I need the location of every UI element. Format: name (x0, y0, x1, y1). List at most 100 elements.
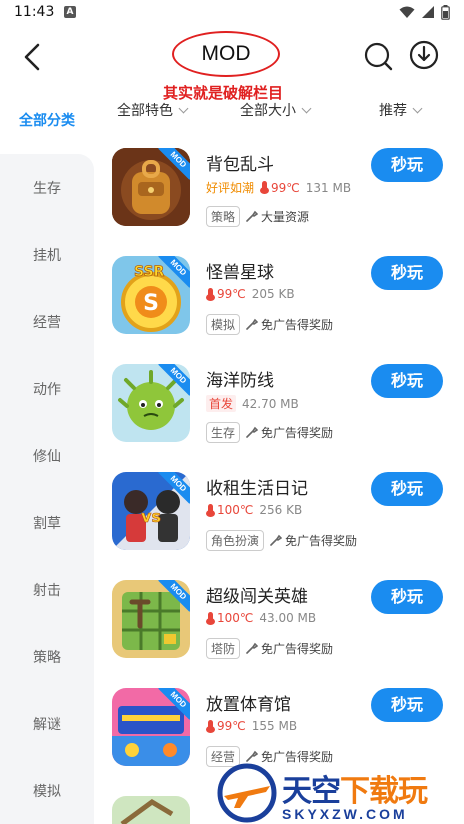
game-icon: vs MOD (112, 472, 190, 550)
watermark-title: 天空下载玩 (282, 766, 428, 810)
search-button[interactable] (362, 40, 394, 72)
play-button[interactable]: 秒玩 (371, 256, 443, 290)
feature-tag: 免广告得奖励 (246, 640, 333, 657)
category-sidebar: 全部分类 生存 挂机 经营 动作 修仙 割草 射击 策略 解谜 模拟 (0, 88, 94, 824)
heat-text: 99℃ (217, 719, 246, 733)
chevron-down-icon (178, 103, 189, 113)
header: MOD (0, 26, 464, 88)
sidebar-item-strategy[interactable]: 策略 (0, 647, 94, 667)
filter-sort[interactable]: 推荐 (379, 100, 423, 120)
game-icon (112, 796, 190, 824)
game-icon: MOD (112, 364, 190, 442)
sidebar-item-management[interactable]: 经营 (0, 312, 94, 332)
feature-text: 免广告得奖励 (261, 318, 334, 332)
back-button[interactable] (18, 40, 48, 74)
thermometer-icon (206, 611, 215, 625)
heat-value: 99℃ (206, 719, 246, 733)
game-icon: MOD (112, 148, 190, 226)
battery-icon (441, 5, 450, 20)
play-button[interactable]: 秒玩 (371, 688, 443, 722)
first-release-badge: 首发 (206, 395, 237, 412)
file-size: 43.00 MB (259, 611, 317, 625)
feature-text: 免广告得奖励 (285, 534, 358, 548)
game-name: 超级闯关英雄 (206, 587, 308, 607)
sidebar-item-all[interactable]: 全部分类 (0, 98, 94, 142)
thermometer-icon (206, 719, 215, 733)
game-name: 放置体育馆 (206, 695, 291, 715)
feature-tag: 大量资源 (246, 208, 309, 225)
sidebar-item-shooting[interactable]: 射击 (0, 580, 94, 600)
filter-size-label: 全部大小 (240, 103, 296, 119)
filter-feature-label: 全部特色 (117, 103, 173, 119)
filter-sort-label: 推荐 (379, 103, 407, 119)
genre-tag: 生存 (206, 422, 241, 443)
watermark-title-a: 天空 (282, 774, 341, 809)
game-icon: MOD (112, 688, 190, 766)
game-item[interactable]: S SSR MOD 怪兽星球 99℃ 205 KB 模拟 免广告得奖励 秒玩 (112, 256, 452, 356)
status-icons (399, 5, 450, 20)
feature-tag: 免广告得奖励 (270, 532, 357, 549)
file-size: 42.70 MB (242, 396, 299, 411)
play-button[interactable]: 秒玩 (371, 472, 443, 506)
status-time: 11:43 (14, 4, 55, 20)
file-size: 155 MB (251, 719, 298, 733)
game-item[interactable]: MOD 超级闯关英雄 100℃ 43.00 MB 塔防 免广告得奖励 秒玩 (112, 580, 452, 680)
game-meta: 首发 42.70 MB (206, 395, 299, 412)
file-size: 205 KB (251, 287, 295, 301)
chevron-down-icon (301, 103, 312, 113)
heat-value: 99℃ (206, 287, 246, 301)
game-meta: 99℃ 205 KB (206, 287, 295, 301)
wifi-icon (399, 6, 415, 18)
heat-value: 99℃ (260, 181, 300, 195)
rating-label: 好评如潮 (206, 181, 255, 195)
wrench-icon (246, 210, 259, 222)
game-item[interactable]: MOD 背包乱斗 好评如潮 99℃ 131 MB 策略 大量资源 秒玩 (112, 148, 452, 248)
title-highlight: MOD (172, 31, 280, 77)
filter-size[interactable]: 全部大小 (240, 100, 312, 120)
sidebar-item-simulation[interactable]: 模拟 (0, 781, 94, 801)
play-button[interactable]: 秒玩 (371, 148, 443, 182)
sidebar-item-idle[interactable]: 挂机 (0, 245, 94, 265)
game-meta: 100℃ 43.00 MB (206, 611, 316, 625)
game-tags: 塔防 免广告得奖励 (206, 638, 333, 659)
plane-logo-icon (217, 763, 277, 823)
game-item[interactable]: MOD 海洋防线 首发 42.70 MB 生存 免广告得奖励 秒玩 (112, 364, 452, 464)
sidebar-item-survival[interactable]: 生存 (0, 178, 94, 198)
page-title: MOD (201, 42, 251, 65)
thermometer-icon (206, 287, 215, 301)
heat-text: 100℃ (217, 611, 254, 625)
play-button[interactable]: 秒玩 (371, 364, 443, 398)
sidebar-item-action[interactable]: 动作 (0, 379, 94, 399)
wrench-icon (270, 534, 283, 546)
download-button[interactable] (408, 39, 440, 71)
wrench-icon (246, 318, 259, 330)
sidebar-item-cultivation[interactable]: 修仙 (0, 446, 94, 466)
game-item[interactable]: vs MOD 收租生活日记 100℃ 256 KB 角色扮演 免广告得奖励 秒玩 (112, 472, 452, 572)
genre-tag: 模拟 (206, 314, 241, 335)
svg-text:SSR: SSR (134, 264, 165, 280)
game-name: 背包乱斗 (206, 155, 274, 175)
sidebar-item-puzzle[interactable]: 解谜 (0, 714, 94, 734)
heat-text: 99℃ (217, 287, 246, 301)
svg-text:vs: vs (141, 507, 161, 526)
play-button[interactable]: 秒玩 (371, 580, 443, 614)
game-name: 收租生活日记 (206, 479, 308, 499)
sidebar-list: 生存 挂机 经营 动作 修仙 割草 射击 策略 解谜 模拟 (0, 154, 94, 824)
feature-tag: 免广告得奖励 (246, 424, 333, 441)
filter-feature[interactable]: 全部特色 (117, 100, 189, 120)
site-watermark: 天空下载玩 SKYXZW.COM (216, 762, 464, 824)
back-icon (24, 43, 40, 71)
genre-tag: 策略 (206, 206, 241, 227)
feature-text: 免广告得奖励 (261, 642, 334, 656)
status-bar: 11:43 A (0, 0, 464, 26)
download-icon (409, 40, 439, 70)
sidebar-item-mowing[interactable]: 割草 (0, 513, 94, 533)
notification-icon: A (64, 6, 76, 18)
game-meta: 99℃ 155 MB (206, 719, 297, 733)
signal-icon (422, 6, 434, 18)
game-tags: 模拟 免广告得奖励 (206, 314, 333, 335)
file-size: 256 KB (259, 503, 303, 517)
game-tags: 生存 免广告得奖励 (206, 422, 333, 443)
game-name: 怪兽星球 (206, 263, 274, 283)
search-icon (364, 42, 393, 71)
